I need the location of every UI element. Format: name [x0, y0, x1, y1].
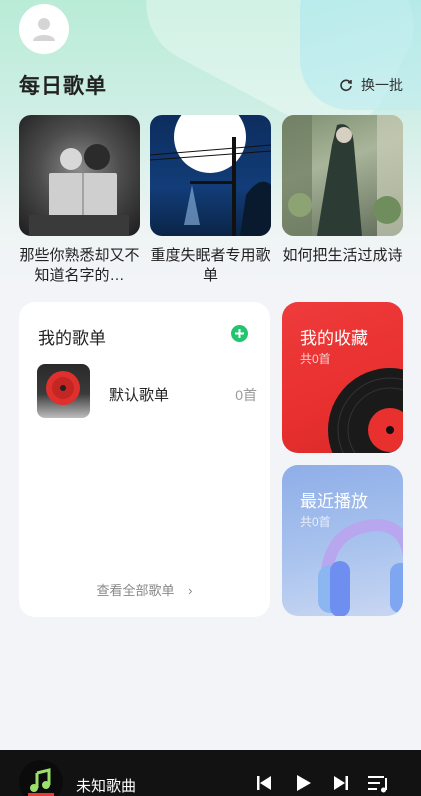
- forest-figure-cover: [282, 115, 403, 236]
- playlist-count: 0首: [235, 387, 257, 403]
- recent-card[interactable]: 最近播放 共0首: [282, 465, 403, 616]
- daily-playlist-title: 重度失眠者专用歌单: [150, 247, 271, 284]
- play-icon[interactable]: [294, 774, 312, 792]
- moon-streetlight-cover: [150, 115, 271, 236]
- refresh-button[interactable]: 换一批: [339, 75, 403, 95]
- refresh-icon: [340, 79, 352, 92]
- avatar[interactable]: [19, 4, 69, 54]
- favorites-card[interactable]: 我的收藏 共0首: [282, 302, 403, 453]
- daily-playlist-card[interactable]: 如何把生活过成诗: [282, 115, 403, 266]
- chevron-right-icon: ›: [188, 583, 193, 598]
- daily-playlist-card[interactable]: 重度失眠者专用歌单: [150, 115, 271, 286]
- refresh-label: 换一批: [361, 77, 403, 93]
- headphones-icon: [318, 518, 403, 616]
- now-playing-title: 未知歌曲: [76, 778, 137, 795]
- vinyl-record-icon: [328, 368, 403, 453]
- mini-player[interactable]: 未知歌曲: [0, 750, 421, 796]
- section-title: 每日歌单: [19, 75, 107, 100]
- daily-playlist-title: 如何把生活过成诗: [282, 247, 403, 264]
- my-playlists-card: 我的歌单 默认歌单 0首 查看全部歌单 ›: [19, 302, 270, 617]
- previous-icon[interactable]: [255, 774, 273, 792]
- playlist-cover: [37, 364, 90, 418]
- daily-playlist-card[interactable]: 那些你熟悉却又不知道名字的…: [19, 115, 140, 286]
- user-icon: [33, 18, 55, 41]
- add-playlist-button[interactable]: [231, 325, 248, 342]
- music-note-icon: [26, 767, 56, 796]
- girl-reading-cover: [19, 115, 140, 236]
- daily-playlist-title: 那些你熟悉却又不知道名字的…: [19, 247, 140, 284]
- playlist-icon[interactable]: [368, 774, 390, 794]
- now-playing-cover: [19, 760, 63, 796]
- playlist-row[interactable]: 默认歌单 0首: [37, 364, 257, 418]
- view-all-playlists-link[interactable]: 查看全部歌单 ›: [19, 580, 270, 599]
- plus-circle-icon: [235, 329, 244, 338]
- playlist-name: 默认歌单: [109, 387, 170, 404]
- my-playlists-title: 我的歌单: [38, 329, 106, 348]
- next-icon[interactable]: [332, 774, 350, 792]
